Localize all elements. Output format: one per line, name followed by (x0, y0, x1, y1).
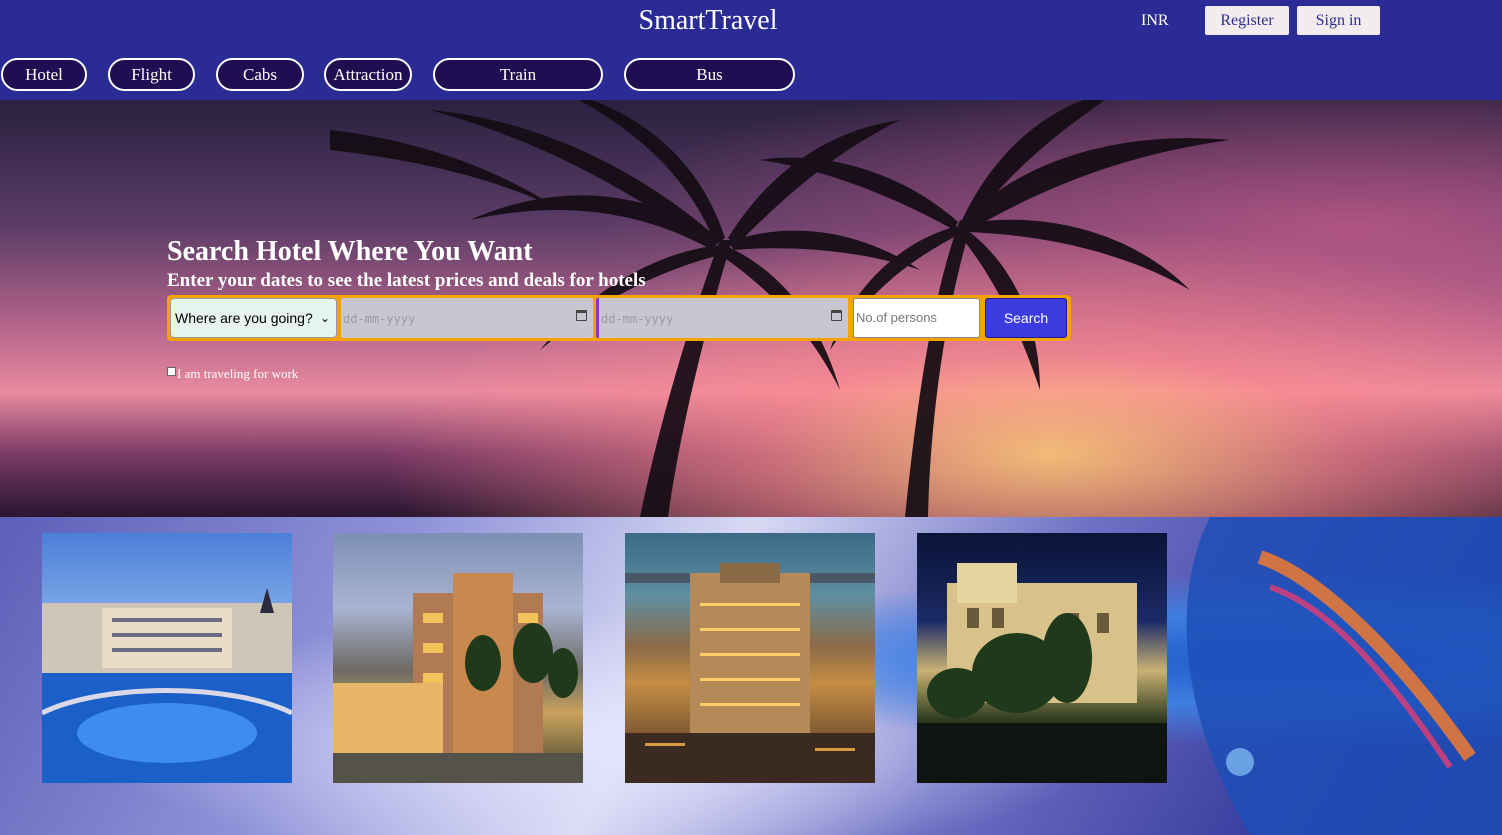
destination-value: Where are you going? (175, 310, 313, 326)
brand-title[interactable]: SmartTravel (0, 5, 1416, 37)
hotel-image-4[interactable] (917, 533, 1167, 783)
checkin-placeholder: dd-mm-yyyy (343, 312, 416, 326)
nav-cabs[interactable]: Cabs (216, 58, 304, 91)
hero-subtitle: Enter your dates to see the latest price… (167, 270, 646, 291)
work-checkbox-label: I am traveling for work (177, 366, 299, 381)
chevron-down-icon: ⌄ (319, 311, 330, 325)
hotel-illustration (333, 573, 583, 783)
hotel-image-3[interactable] (625, 533, 875, 783)
hotel-illustration (42, 588, 292, 783)
nav-train[interactable]: Train (433, 58, 603, 91)
nav-flight[interactable]: Flight (108, 58, 195, 91)
register-button[interactable]: Register (1205, 6, 1289, 35)
checkout-placeholder: dd-mm-yyyy (601, 312, 674, 326)
hero-banner: Search Hotel Where You Want Enter your d… (0, 100, 1502, 517)
hotel-illustration (917, 563, 1167, 783)
hotel-image-2[interactable] (333, 533, 583, 783)
work-checkbox[interactable] (167, 367, 176, 376)
currency-selector[interactable]: INR (1141, 12, 1169, 30)
hotel-image-1[interactable] (42, 533, 292, 783)
hotel-illustration (625, 563, 875, 783)
nav-attraction[interactable]: Attraction (324, 58, 412, 91)
checkout-date-input[interactable]: dd-mm-yyyy (596, 298, 848, 338)
calendar-icon[interactable] (831, 310, 842, 321)
top-header: SmartTravel INR Register Sign in Hotel F… (0, 0, 1502, 100)
search-button[interactable]: Search (985, 298, 1067, 338)
calendar-icon[interactable] (576, 310, 587, 321)
destination-select[interactable]: Where are you going? ⌄ (170, 298, 337, 338)
nav-hotel[interactable]: Hotel (1, 58, 87, 91)
checkin-date-input[interactable]: dd-mm-yyyy (341, 298, 593, 338)
hero-title: Search Hotel Where You Want (167, 236, 533, 267)
decorative-swirl (1186, 517, 1502, 835)
persons-input[interactable]: No.of persons (853, 298, 980, 338)
signin-button[interactable]: Sign in (1297, 6, 1380, 35)
nav-bus[interactable]: Bus (624, 58, 795, 91)
work-travel-option[interactable]: I am traveling for work (167, 366, 298, 382)
